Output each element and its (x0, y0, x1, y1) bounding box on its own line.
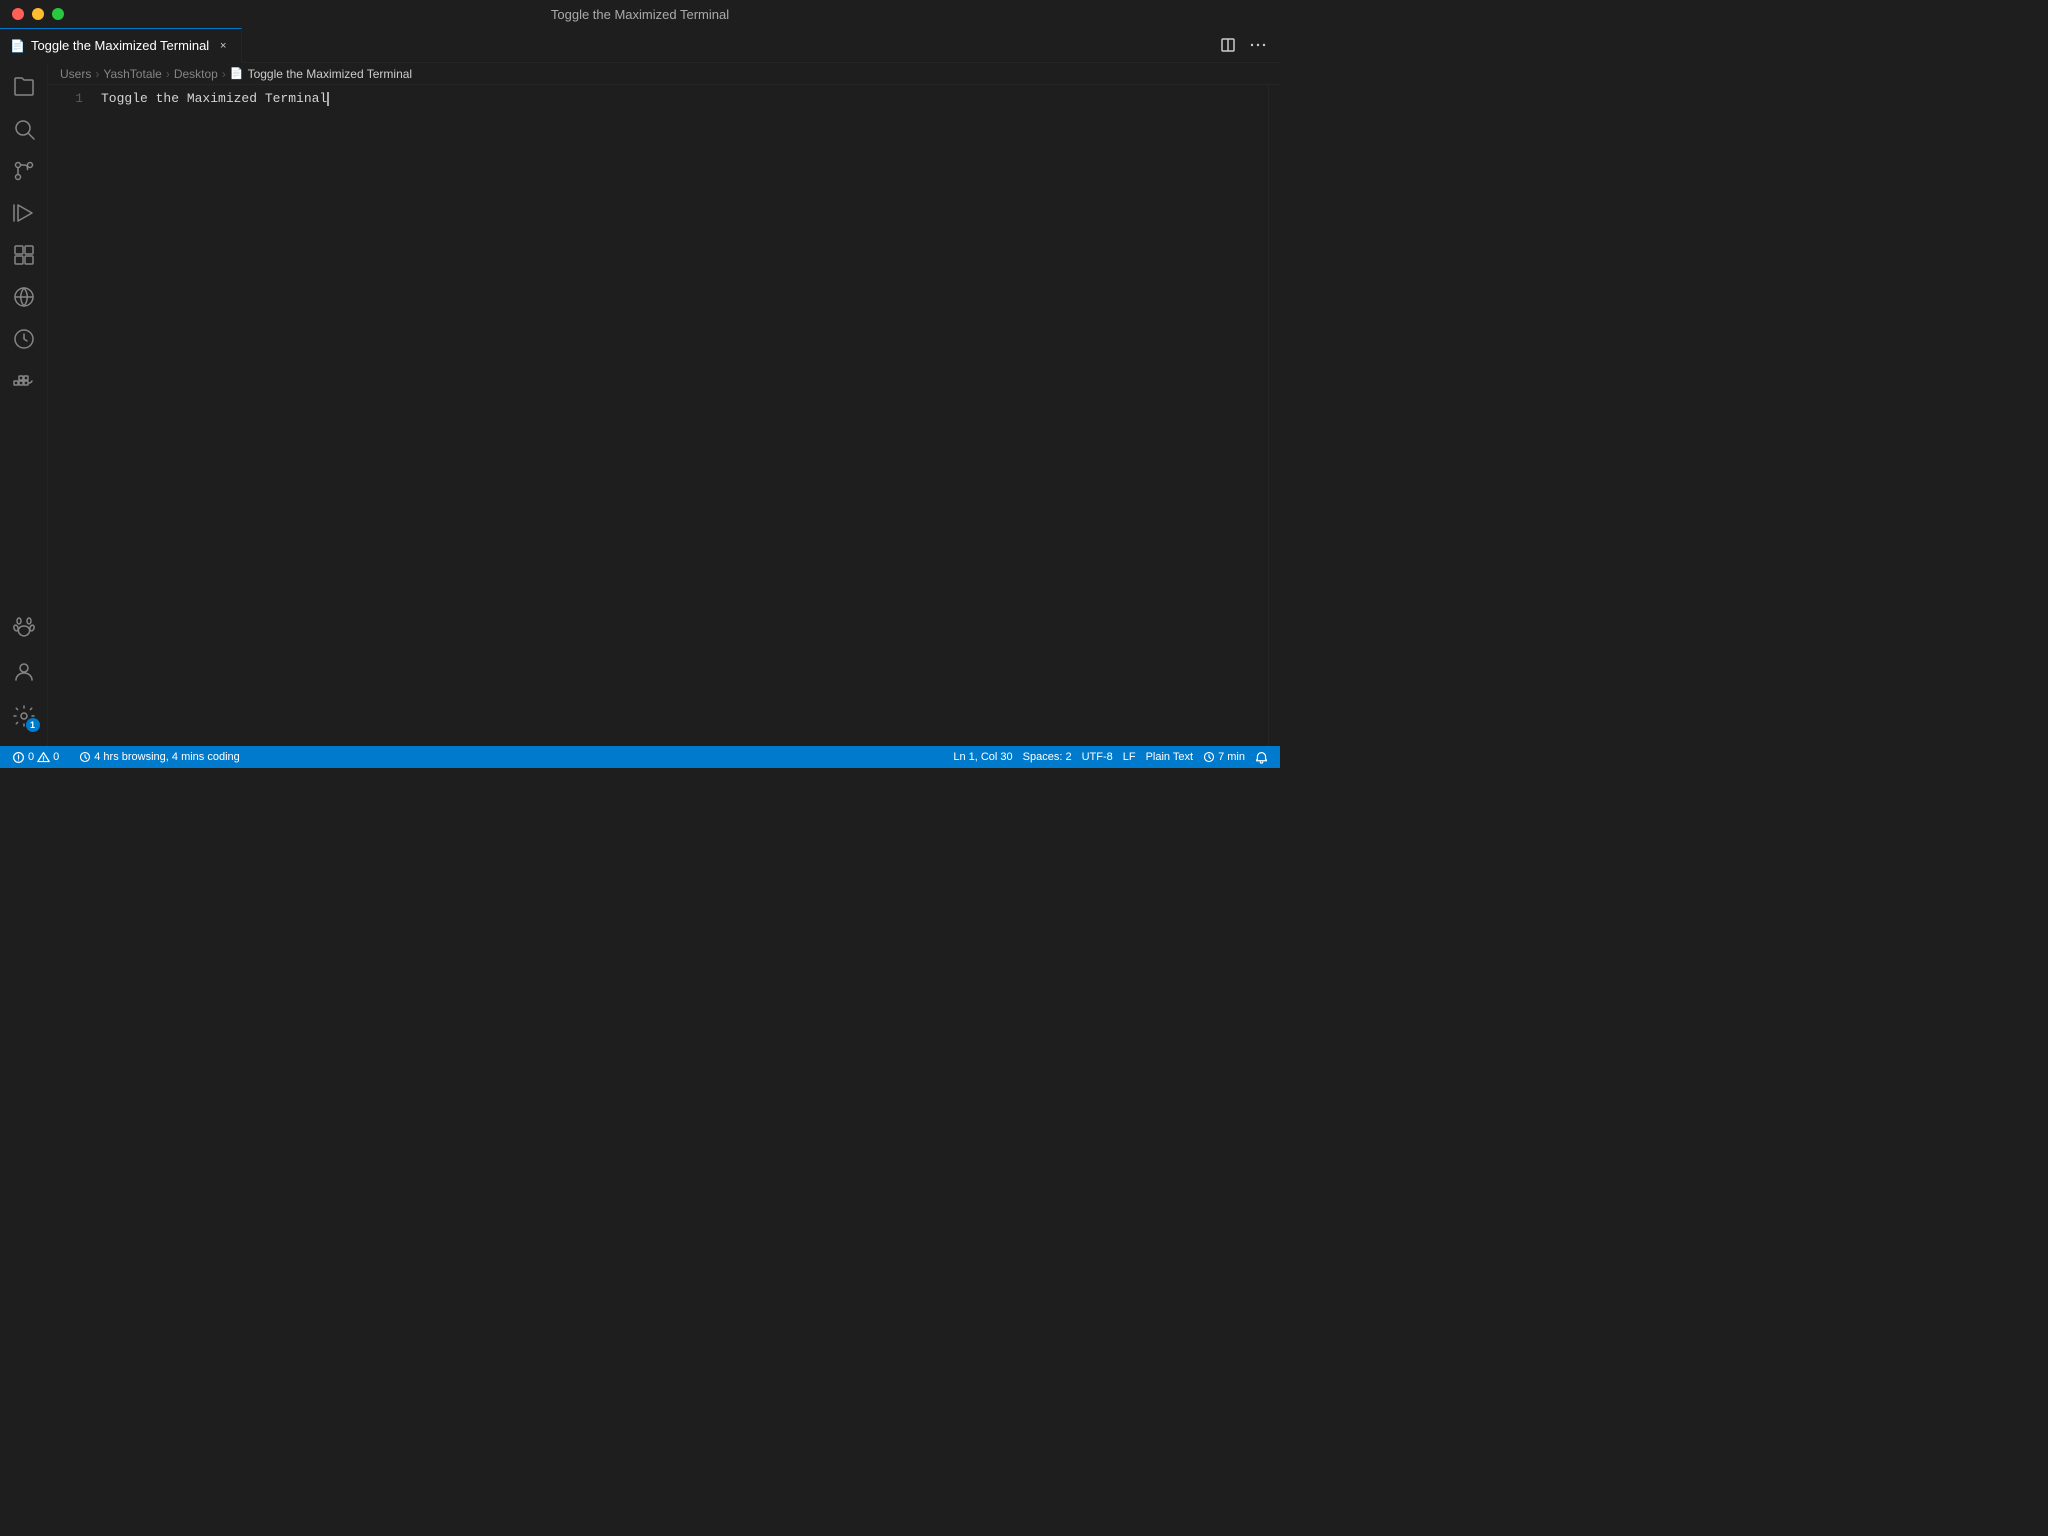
spaces-status[interactable]: Spaces: 2 (1019, 746, 1076, 768)
activity-bar-bottom: 1 (4, 608, 44, 746)
time-status[interactable]: 4 hrs browsing, 4 mins coding (75, 746, 244, 768)
active-tab[interactable]: 📄 Toggle the Maximized Terminal × (0, 28, 242, 63)
bell-status[interactable] (1251, 746, 1272, 768)
sidebar-item-source-control[interactable] (4, 151, 44, 191)
traffic-lights (12, 8, 64, 20)
title-bar: Toggle the Maximized Terminal (0, 0, 1280, 28)
time-info: 4 hrs browsing, 4 mins coding (94, 751, 240, 763)
line-ending-label: LF (1123, 751, 1136, 763)
more-actions-button[interactable] (1244, 31, 1272, 59)
language-label: Plain Text (1146, 751, 1194, 763)
editor-content[interactable]: 1 Toggle the Maximized Terminal (48, 85, 1280, 746)
split-editor-button[interactable] (1214, 31, 1242, 59)
maximize-button[interactable] (52, 8, 64, 20)
tab-label: Toggle the Maximized Terminal (31, 38, 209, 53)
cursor-position: Ln 1, Col 30 (953, 751, 1012, 763)
encoding-label: UTF-8 (1082, 751, 1113, 763)
tab-file-icon: 📄 (10, 39, 25, 53)
tab-bar: 📄 Toggle the Maximized Terminal × (0, 28, 1280, 63)
error-count: 0 (28, 751, 34, 763)
line-number-1: 1 (48, 89, 83, 108)
breadcrumb-desktop[interactable]: Desktop (174, 67, 218, 81)
sidebar-item-run[interactable] (4, 193, 44, 233)
error-warning-status[interactable]: 0 0 (8, 746, 63, 768)
window-title: Toggle the Maximized Terminal (551, 7, 729, 22)
status-bar-right: Ln 1, Col 30 Spaces: 2 UTF-8 LF Plain Te… (949, 746, 1280, 768)
spaces-label: Spaces: 2 (1023, 751, 1072, 763)
settings-notification-badge: 1 (26, 718, 40, 732)
sidebar-item-pets[interactable] (4, 608, 44, 648)
main-layout: 1 Users › YashTotale › Desktop › 📄 Toggl… (0, 63, 1280, 746)
breadcrumb-yashtotale[interactable]: YashTotale (103, 67, 161, 81)
breadcrumb-sep-3: › (222, 67, 226, 81)
sidebar-item-remote-explorer[interactable] (4, 277, 44, 317)
text-cursor (327, 92, 329, 106)
breadcrumb-sep-1: › (95, 67, 99, 81)
status-bar-left: 0 0 4 hrs browsing, 4 mins coding (0, 746, 244, 768)
breadcrumb-users[interactable]: Users (60, 67, 91, 81)
minimize-button[interactable] (32, 8, 44, 20)
breadcrumb-current-file[interactable]: Toggle the Maximized Terminal (248, 67, 413, 81)
time-elapsed: 7 min (1218, 751, 1245, 763)
language-status[interactable]: Plain Text (1142, 746, 1198, 768)
close-button[interactable] (12, 8, 24, 20)
line-numbers: 1 (48, 85, 93, 746)
activity-bar: 1 (0, 63, 48, 746)
sidebar-item-account[interactable] (4, 652, 44, 692)
code-editor[interactable]: Toggle the Maximized Terminal (93, 85, 1268, 746)
sidebar-item-extensions[interactable] (4, 235, 44, 275)
breadcrumb: Users › YashTotale › Desktop › 📄 Toggle … (48, 63, 1280, 85)
sidebar-item-search[interactable] (4, 109, 44, 149)
cursor-position-status[interactable]: Ln 1, Col 30 (949, 746, 1016, 768)
editor-area: Users › YashTotale › Desktop › 📄 Toggle … (48, 63, 1280, 746)
time-elapsed-status[interactable]: 7 min (1199, 746, 1249, 768)
line-ending-status[interactable]: LF (1119, 746, 1140, 768)
sidebar-item-docker[interactable] (4, 361, 44, 401)
encoding-status[interactable]: UTF-8 (1078, 746, 1117, 768)
breadcrumb-sep-2: › (166, 67, 170, 81)
breadcrumb-file-icon: 📄 (230, 67, 244, 80)
warning-count: 0 (53, 751, 59, 763)
tab-bar-actions (1214, 31, 1280, 59)
sidebar-item-explorer[interactable] (4, 67, 44, 107)
sidebar-item-settings[interactable]: 1 (4, 696, 44, 736)
code-line-1: Toggle the Maximized Terminal (101, 89, 1268, 108)
sidebar-item-timeline[interactable] (4, 319, 44, 359)
status-bar: 0 0 4 hrs browsing, 4 mins coding Ln 1, … (0, 746, 1280, 768)
minimap (1268, 85, 1280, 746)
tab-close-button[interactable]: × (215, 38, 231, 54)
